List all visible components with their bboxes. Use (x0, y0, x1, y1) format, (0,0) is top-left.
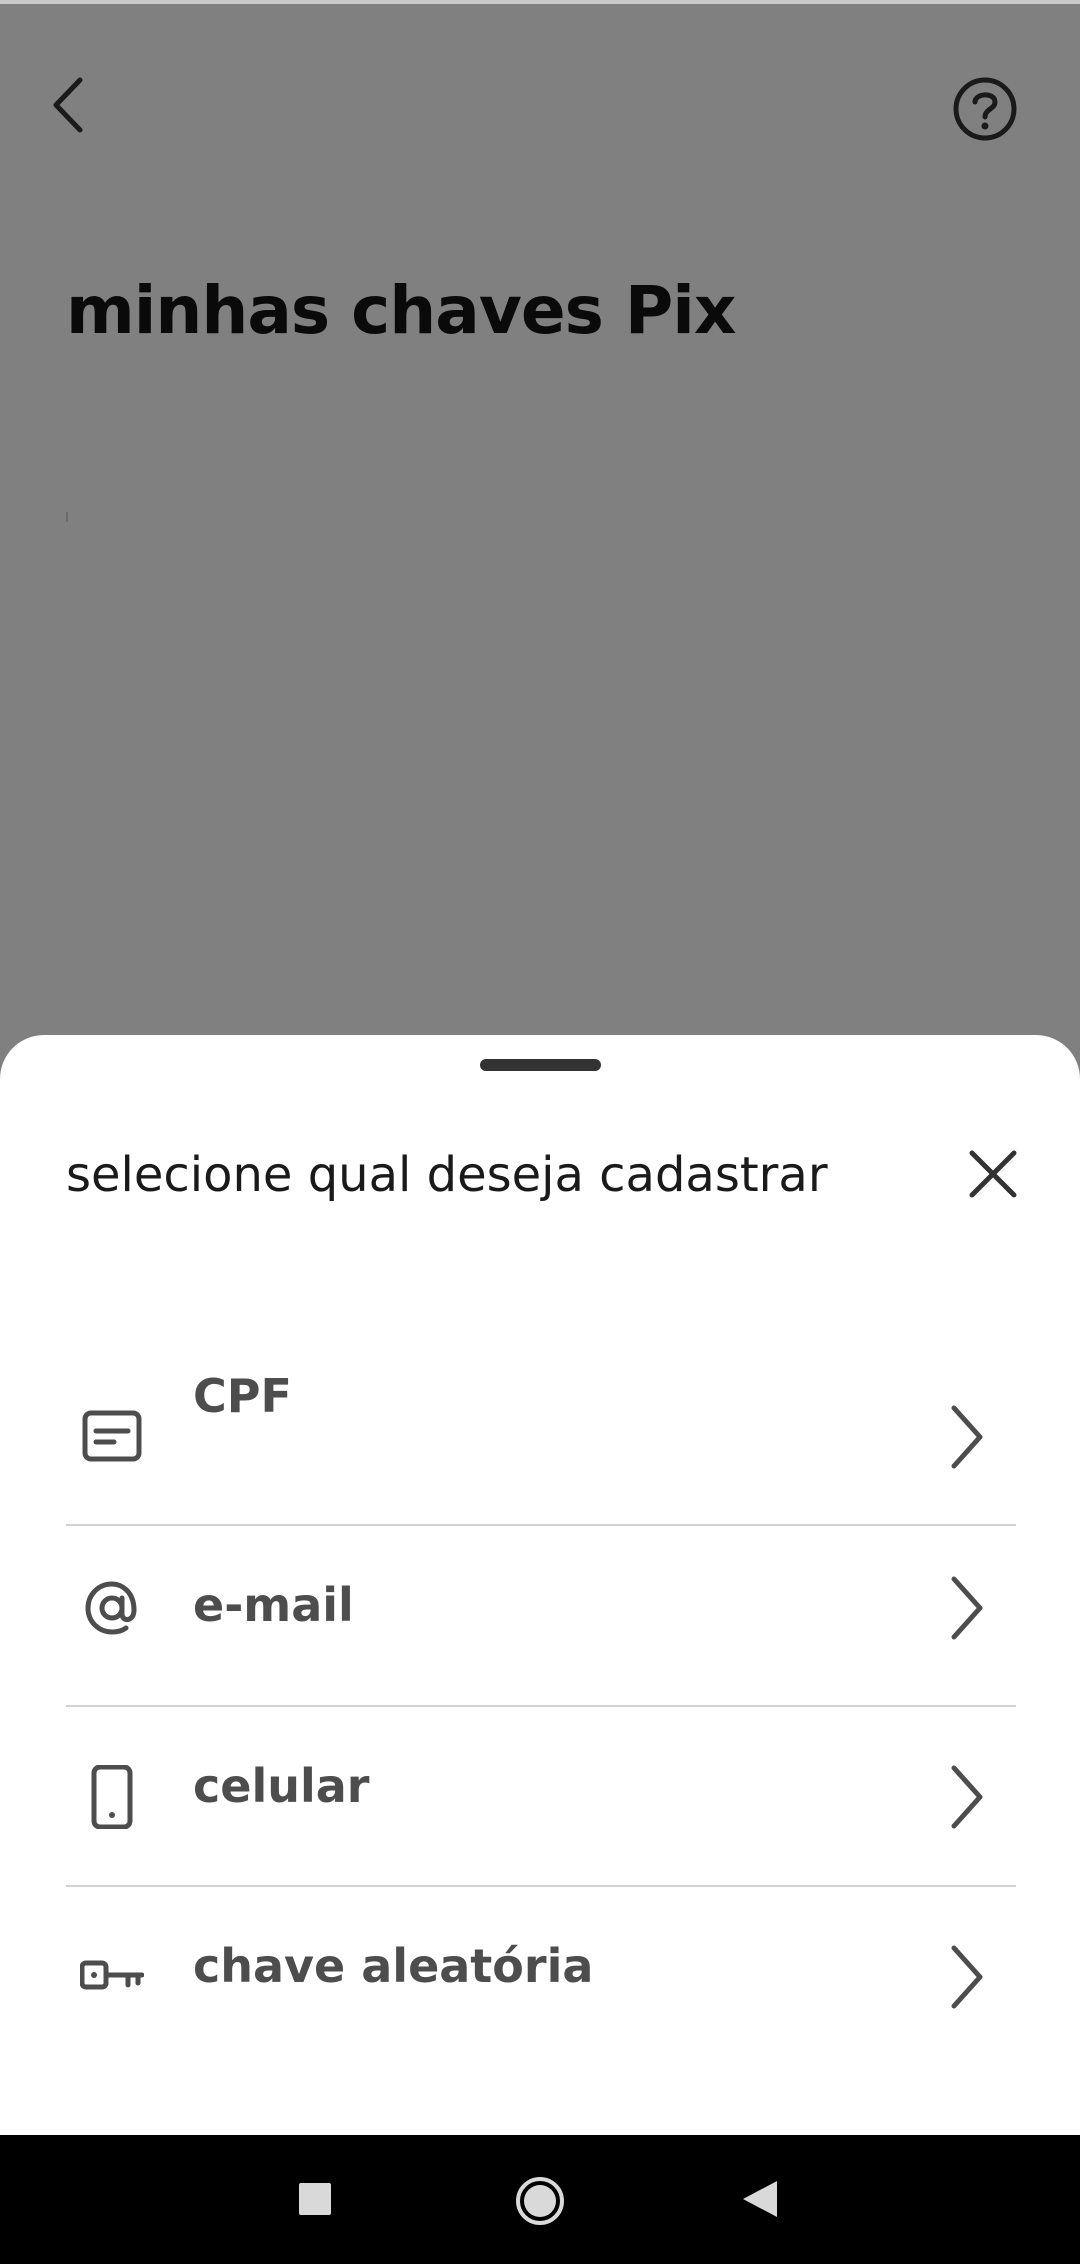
option-label: CPF (193, 1369, 292, 1423)
document-card-icon (80, 1404, 144, 1468)
chevron-right-icon (946, 1762, 986, 1832)
question-circle-icon (953, 77, 1017, 141)
option-label: chave aleatória (193, 1939, 594, 1993)
at-sign-icon (80, 1576, 144, 1640)
close-icon (969, 1150, 1017, 1198)
circle-icon (516, 2177, 564, 2225)
option-label: e-mail (193, 1578, 354, 1632)
key-icon (79, 1945, 145, 2009)
recents-button[interactable] (297, 2181, 333, 2217)
option-cpf[interactable]: CPF (66, 1325, 1016, 1525)
home-button[interactable] (514, 2175, 566, 2227)
square-icon (299, 2183, 331, 2215)
cursor-mark (66, 512, 68, 522)
drag-handle[interactable] (480, 1059, 601, 1071)
option-celular[interactable]: celular (66, 1707, 1016, 1887)
sheet-title: selecione qual deseja cadastrar (66, 1147, 828, 1203)
close-button[interactable] (966, 1147, 1020, 1201)
help-button[interactable] (950, 74, 1020, 144)
option-label: celular (193, 1759, 370, 1813)
chevron-right-icon (946, 1942, 986, 2012)
back-button[interactable] (44, 70, 94, 140)
chevron-left-icon (53, 77, 83, 133)
system-nav-bar (0, 2135, 1080, 2264)
triangle-back-icon (743, 2181, 777, 2217)
bottom-sheet: selecione qual deseja cadastrar CPF e-ma… (0, 1035, 1080, 2135)
mobile-phone-icon (80, 1764, 144, 1830)
background-page: minhas chaves Pix (0, 4, 1080, 1034)
page-title: minhas chaves Pix (66, 272, 736, 349)
chevron-right-icon (946, 1402, 986, 1472)
option-email[interactable]: e-mail (66, 1526, 1016, 1706)
chevron-right-icon (946, 1573, 986, 1643)
option-chave-aleatoria[interactable]: chave aleatória (66, 1887, 1016, 2067)
back-nav-button[interactable] (741, 2179, 779, 2219)
